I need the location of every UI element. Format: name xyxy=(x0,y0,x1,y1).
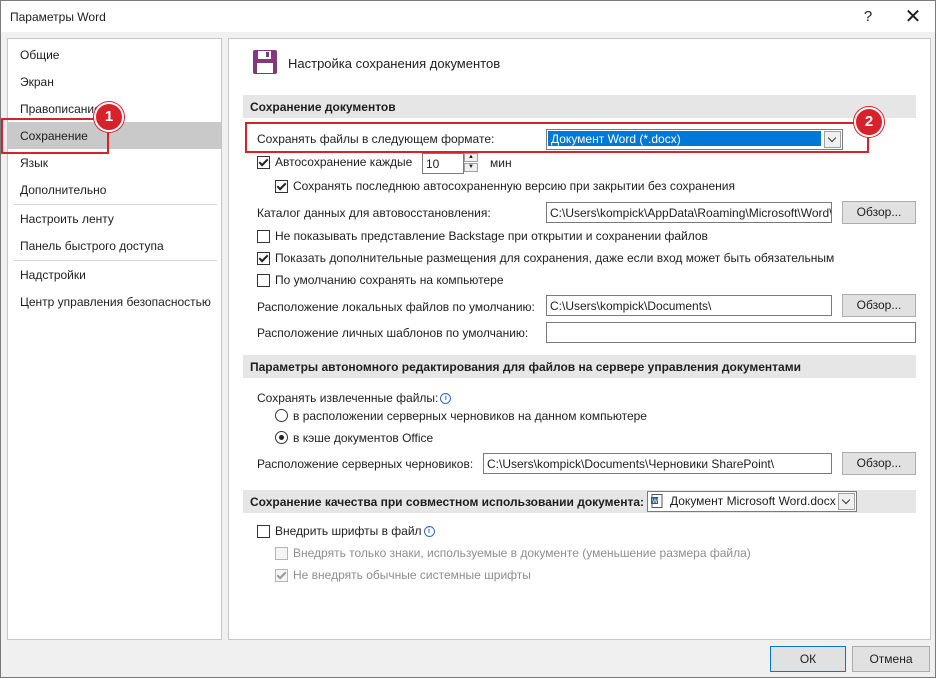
server-drafts-path-value: C:\Users\kompick\Documents\Черновики Sha… xyxy=(487,457,775,471)
sidebar-item-advanced[interactable]: Дополнительно xyxy=(8,176,221,203)
autosave-minutes-value: 10 xyxy=(426,157,440,171)
no-backstage-label: Не показывать представление Backstage пр… xyxy=(275,229,708,243)
callout-badge-1: 1 xyxy=(94,102,124,132)
autorecover-path-input[interactable]: C:\Users\kompick\AppData\Roaming\Microso… xyxy=(546,202,832,223)
help-button[interactable]: ? xyxy=(857,6,879,28)
extracted-files-label: Сохранять извлеченные файлы: i xyxy=(257,391,452,405)
keep-last-version-checkbox[interactable] xyxy=(275,180,288,193)
autosave-unit: мин xyxy=(490,156,512,170)
no-common-fonts-checkbox[interactable] xyxy=(275,569,288,582)
document-select-value: Документ Microsoft Word.docx xyxy=(670,494,836,508)
embed-fonts-checkbox[interactable] xyxy=(257,525,270,538)
autosave-spinner[interactable]: ▲ ▼ xyxy=(464,153,478,172)
document-select-dropdown[interactable]: W Документ Microsoft Word.docx xyxy=(647,491,857,512)
sidebar-item-label: Центр управления безопасностью xyxy=(20,295,211,309)
browse-autorecover-button[interactable]: Обзор... xyxy=(842,201,916,224)
sidebar-item-label: Надстройки xyxy=(20,268,86,282)
server-drafts-label: Расположение серверных черновиков: xyxy=(257,457,474,471)
local-files-label: Расположение локальных файлов по умолчан… xyxy=(257,300,535,314)
keep-last-version-label: Сохранять последнюю автосохраненную верс… xyxy=(293,179,735,193)
show-extra-locations-checkbox[interactable] xyxy=(257,252,270,265)
sidebar-item-customize-ribbon[interactable]: Настроить ленту xyxy=(8,205,221,232)
sidebar-item-label: Общие xyxy=(20,48,60,62)
sidebar-item-quick-access[interactable]: Панель быстрого доступа xyxy=(8,232,221,259)
save-icon xyxy=(253,50,277,74)
embed-fonts-label: Внедрить шрифты в файл i xyxy=(275,524,435,538)
embed-only-used-label: Внедрять только знаки, используемые в до… xyxy=(293,546,751,560)
embed-fonts-text: Внедрить шрифты в файл xyxy=(275,524,422,538)
autosave-checkbox[interactable] xyxy=(257,156,270,169)
chevron-down-icon[interactable] xyxy=(838,493,855,510)
close-button[interactable]: ✕ xyxy=(900,6,926,28)
sidebar-item-label: Настроить ленту xyxy=(20,212,114,226)
autosave-label: Автосохранение каждые xyxy=(275,155,413,169)
browse-server-drafts-button[interactable]: Обзор... xyxy=(842,452,916,475)
section-title: Сохранение документов xyxy=(250,100,396,114)
section-header-save-docs: Сохранение документов xyxy=(243,95,916,118)
section-title: Параметры автономного редактирования для… xyxy=(250,360,801,374)
templates-label: Расположение личных шаблонов по умолчани… xyxy=(257,326,529,340)
word-options-dialog: Параметры Word ? ✕ Общие Экран Правописа… xyxy=(0,0,936,678)
section-title: Сохранение качества при совместном испол… xyxy=(250,495,645,509)
sidebar-item-label: Язык xyxy=(20,156,49,170)
highlight-frame xyxy=(245,122,869,153)
sidebar-item-display[interactable]: Экран xyxy=(8,68,221,95)
spinner-down-icon[interactable]: ▼ xyxy=(464,163,478,172)
embed-only-used-checkbox[interactable] xyxy=(275,547,288,560)
no-backstage-checkbox[interactable] xyxy=(257,230,270,243)
sidebar-item-addins[interactable]: Надстройки xyxy=(8,261,221,288)
ok-button[interactable]: ОК xyxy=(770,646,846,672)
title-bar: Параметры Word ? ✕ xyxy=(1,1,935,32)
sidebar-item-label: Панель быстрого доступа xyxy=(20,239,164,253)
autorecover-path-value: C:\Users\kompick\AppData\Roaming\Microso… xyxy=(550,206,832,220)
server-drafts-path-input[interactable]: C:\Users\kompick\Documents\Черновики Sha… xyxy=(483,453,832,474)
local-files-path-input[interactable]: C:\Users\kompick\Documents\ xyxy=(546,295,832,316)
radio-office-cache[interactable] xyxy=(275,431,288,444)
callout-badge-2: 2 xyxy=(854,107,884,137)
radio-server-drafts-label: в расположении серверных черновиков на д… xyxy=(293,409,647,423)
sidebar-item-trust-center[interactable]: Центр управления безопасностью xyxy=(8,288,221,315)
extracted-files-text: Сохранять извлеченные файлы: xyxy=(257,391,439,405)
section-header-offline-editing: Параметры автономного редактирования для… xyxy=(243,355,916,378)
autosave-minutes-input[interactable]: 10 xyxy=(422,153,464,174)
info-icon: i xyxy=(423,526,435,537)
no-common-fonts-label: Не внедрять обычные системные шрифты xyxy=(293,568,531,582)
radio-server-drafts[interactable] xyxy=(275,409,288,422)
sidebar-item-general[interactable]: Общие xyxy=(8,41,221,68)
spinner-up-icon[interactable]: ▲ xyxy=(464,153,478,162)
svg-text:W: W xyxy=(652,498,658,505)
browse-local-files-button[interactable]: Обзор... xyxy=(842,294,916,317)
highlight-frame xyxy=(1,118,109,154)
sidebar-item-label: Дополнительно xyxy=(20,183,107,197)
save-to-computer-checkbox[interactable] xyxy=(257,274,270,287)
radio-office-cache-label: в кэше документов Office xyxy=(293,431,434,445)
sidebar-item-label: Правописание xyxy=(20,102,101,116)
local-files-path-value: C:\Users\kompick\Documents\ xyxy=(550,299,712,313)
page-title: Настройка сохранения документов xyxy=(288,56,501,71)
word-document-icon: W xyxy=(651,494,663,508)
autorecover-label: Каталог данных для автовосстановления: xyxy=(257,206,491,220)
sidebar-item-label: Экран xyxy=(20,75,54,89)
window-title: Параметры Word xyxy=(10,10,106,24)
templates-path-input[interactable] xyxy=(546,322,916,343)
show-extra-locations-label: Показать дополнительные размещения для с… xyxy=(275,251,835,265)
info-icon: i xyxy=(440,393,452,404)
cancel-button[interactable]: Отмена xyxy=(852,646,930,672)
save-to-computer-label: По умолчанию сохранять на компьютере xyxy=(275,273,504,287)
